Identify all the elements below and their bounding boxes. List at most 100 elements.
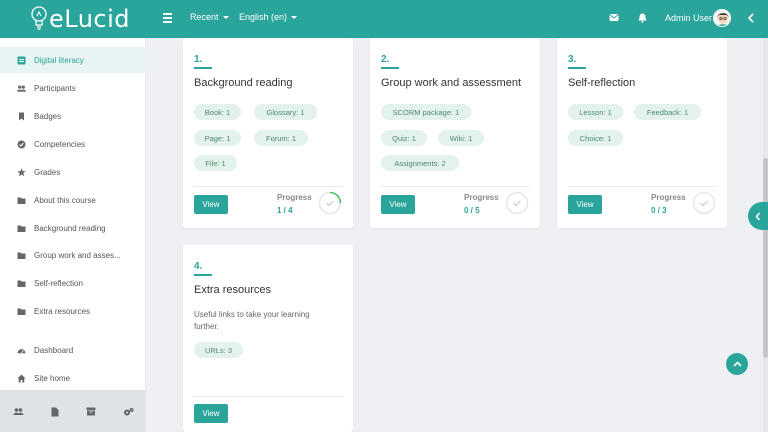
sidebar-item-about-course[interactable]: About this course: [0, 187, 146, 213]
language-label: English (en): [239, 12, 288, 22]
activity-pill[interactable]: Book: 1: [194, 104, 241, 120]
sidebar-footer: [0, 390, 146, 432]
activity-pill[interactable]: URLs: 3: [194, 342, 243, 358]
back-to-top-button[interactable]: [726, 353, 748, 375]
activity-pill[interactable]: Quiz: 1: [381, 130, 427, 146]
folder-icon: [17, 280, 26, 287]
card-divider: [568, 186, 716, 187]
top-navbar: eLucid Recent English (en) Admin User: [0, 0, 768, 38]
activity-pill[interactable]: File: 1: [194, 155, 237, 171]
view-button[interactable]: View: [381, 195, 415, 214]
progress-label: Progress: [464, 193, 499, 202]
sidebar-item-group-work[interactable]: Group work and asses...: [0, 242, 146, 268]
activity-pill[interactable]: Wiki: 1: [438, 130, 484, 146]
cogs-icon[interactable]: [123, 407, 134, 417]
dashboard-icon: [17, 348, 26, 353]
menu-toggle-icon[interactable]: [163, 13, 172, 23]
sidebar-item-digital-literacy[interactable]: Digital literacy: [0, 47, 146, 73]
activity-pill[interactable]: Assignments: 2: [381, 155, 459, 171]
check-icon: [326, 200, 334, 207]
star-icon: [17, 167, 26, 176]
sidebar-item-label: Self-reflection: [34, 278, 83, 288]
sidebar-item-badges[interactable]: Badges: [0, 103, 146, 129]
scrollbar-thumb[interactable]: [763, 158, 768, 358]
chevron-up-icon: [732, 361, 742, 367]
progress-ring: [318, 191, 342, 215]
progress-ring: [505, 191, 529, 215]
site-logo[interactable]: eLucid: [30, 2, 130, 36]
view-button[interactable]: View: [568, 195, 602, 214]
card-divider: [194, 186, 342, 187]
section-description: Useful links to take your learning furth…: [194, 310, 310, 331]
language-menu[interactable]: English (en): [239, 12, 298, 22]
check-icon: [513, 200, 521, 207]
sidebar-item-background-reading[interactable]: Background reading: [0, 215, 146, 241]
activity-pill[interactable]: Forum: 1: [254, 130, 308, 146]
folder-icon: [17, 197, 26, 204]
sidebar-item-competencies[interactable]: Competencies: [0, 131, 146, 157]
users-icon: [17, 85, 26, 92]
section-number: 4.: [194, 261, 203, 272]
section-underline: [381, 67, 399, 69]
sidebar-item-label: Grades: [34, 167, 61, 177]
section-number: 2.: [381, 54, 390, 65]
check-icon: [700, 200, 708, 207]
sidebar-item-label: Dashboard: [34, 345, 74, 355]
section-title: Self-reflection: [568, 77, 636, 89]
activity-pill[interactable]: Lesson: 1: [568, 104, 623, 120]
sidebar-item-label: Background reading: [34, 223, 106, 233]
sidebar-item-extra-resources[interactable]: Extra resources: [0, 298, 146, 324]
activity-pill[interactable]: Feedback: 1: [634, 104, 701, 120]
users-icon[interactable]: [13, 407, 24, 416]
logo-text: eLucid: [49, 5, 131, 33]
caret-down-icon: [222, 15, 229, 19]
section-title: Background reading: [194, 77, 293, 89]
recent-menu[interactable]: Recent: [190, 12, 229, 22]
view-button[interactable]: View: [194, 195, 228, 214]
activity-pill[interactable]: Choice: 1: [568, 130, 623, 146]
drawer-toggle-button[interactable]: [748, 202, 768, 230]
envelope-icon[interactable]: [609, 13, 619, 22]
section-underline: [194, 274, 212, 276]
chevron-left-icon[interactable]: [748, 13, 754, 23]
section-number: 3.: [568, 54, 577, 65]
archive-icon[interactable]: [86, 407, 96, 416]
progress-ring: [692, 191, 716, 215]
file-icon[interactable]: [51, 407, 59, 417]
section-number: 1.: [194, 54, 203, 65]
sidebar-item-label: Extra resources: [34, 306, 91, 316]
sidebar-item-label: Competencies: [34, 139, 86, 149]
section-title: Group work and assessment: [381, 77, 522, 89]
progress-value: 0 / 3: [651, 206, 667, 215]
sidebar-item-label: Group work and asses...: [34, 250, 121, 260]
view-button[interactable]: View: [194, 404, 228, 423]
activity-pill[interactable]: SCORM package: 1: [381, 104, 471, 120]
sidebar: Digital literacy Participants Badges Com…: [0, 38, 146, 432]
sidebar-item-label: Site home: [34, 373, 71, 383]
section-underline: [194, 67, 212, 69]
sidebar-item-label: Participants: [34, 83, 76, 93]
section-title: Extra resources: [194, 284, 272, 296]
page-scrollbar[interactable]: [763, 38, 768, 432]
bookmark-icon: [19, 112, 24, 120]
lightbulb-icon: [31, 6, 47, 30]
progress-label: Progress: [277, 193, 312, 202]
section-card-extra-resources: 4. Extra resources Useful links to take …: [183, 245, 353, 432]
activity-pill[interactable]: Page: 1: [194, 130, 241, 146]
bell-icon[interactable]: [638, 13, 647, 23]
sidebar-item-label: About this course: [34, 195, 96, 205]
activity-pill[interactable]: Glossary: 1: [254, 104, 317, 120]
card-divider: [381, 186, 529, 187]
sidebar-item-site-home[interactable]: Site home: [0, 365, 146, 391]
user-name[interactable]: Admin User: [665, 13, 712, 23]
section-card-group-work: 2. Group work and assessment SCORM packa…: [370, 38, 540, 228]
folder-icon: [17, 225, 26, 232]
sidebar-item-participants[interactable]: Participants: [0, 75, 146, 101]
section-card-background-reading: 1. Background reading Book: 1 Glossary: …: [183, 38, 353, 228]
user-avatar[interactable]: [713, 9, 731, 27]
sidebar-item-dashboard[interactable]: Dashboard: [0, 337, 146, 363]
sidebar-item-self-reflection[interactable]: Self-reflection: [0, 270, 146, 296]
avatar-image: [714, 10, 730, 26]
sidebar-item-grades[interactable]: Grades: [0, 159, 146, 185]
progress-label: Progress: [651, 193, 686, 202]
